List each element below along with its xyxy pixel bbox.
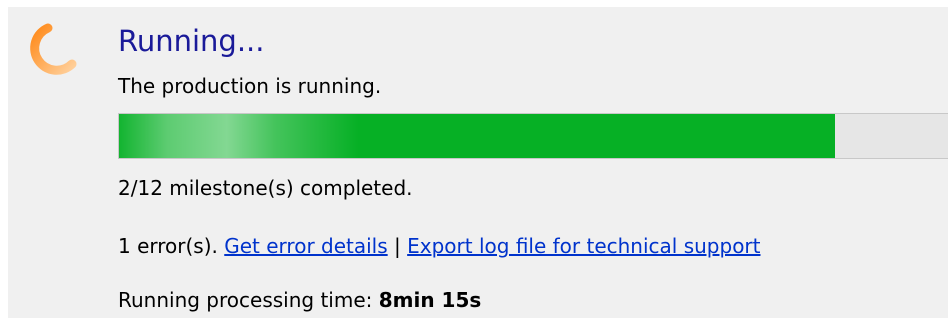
processing-time-label: Running processing time:: [118, 288, 373, 312]
milestones-status: 2/12 milestone(s) completed.: [118, 176, 413, 200]
export-log-link[interactable]: Export log file for technical support: [407, 234, 760, 258]
error-count: 1 error(s).: [118, 234, 218, 258]
link-separator: |: [394, 234, 401, 258]
status-message: The production is running.: [118, 74, 382, 98]
production-status-panel: Running... The production is running. 2/…: [8, 7, 948, 318]
progress-bar: [118, 113, 948, 159]
status-title: Running...: [118, 24, 265, 58]
loading-spinner-icon: [30, 23, 77, 75]
progress-bar-fill: [119, 114, 835, 158]
errors-line: 1 error(s). Get error details | Export l…: [118, 233, 761, 259]
get-error-details-link[interactable]: Get error details: [224, 234, 387, 258]
processing-time-value: 8min 15s: [378, 288, 482, 312]
progress-bar-shine: [119, 114, 359, 158]
processing-time: Running processing time: 8min 15s: [118, 287, 481, 313]
